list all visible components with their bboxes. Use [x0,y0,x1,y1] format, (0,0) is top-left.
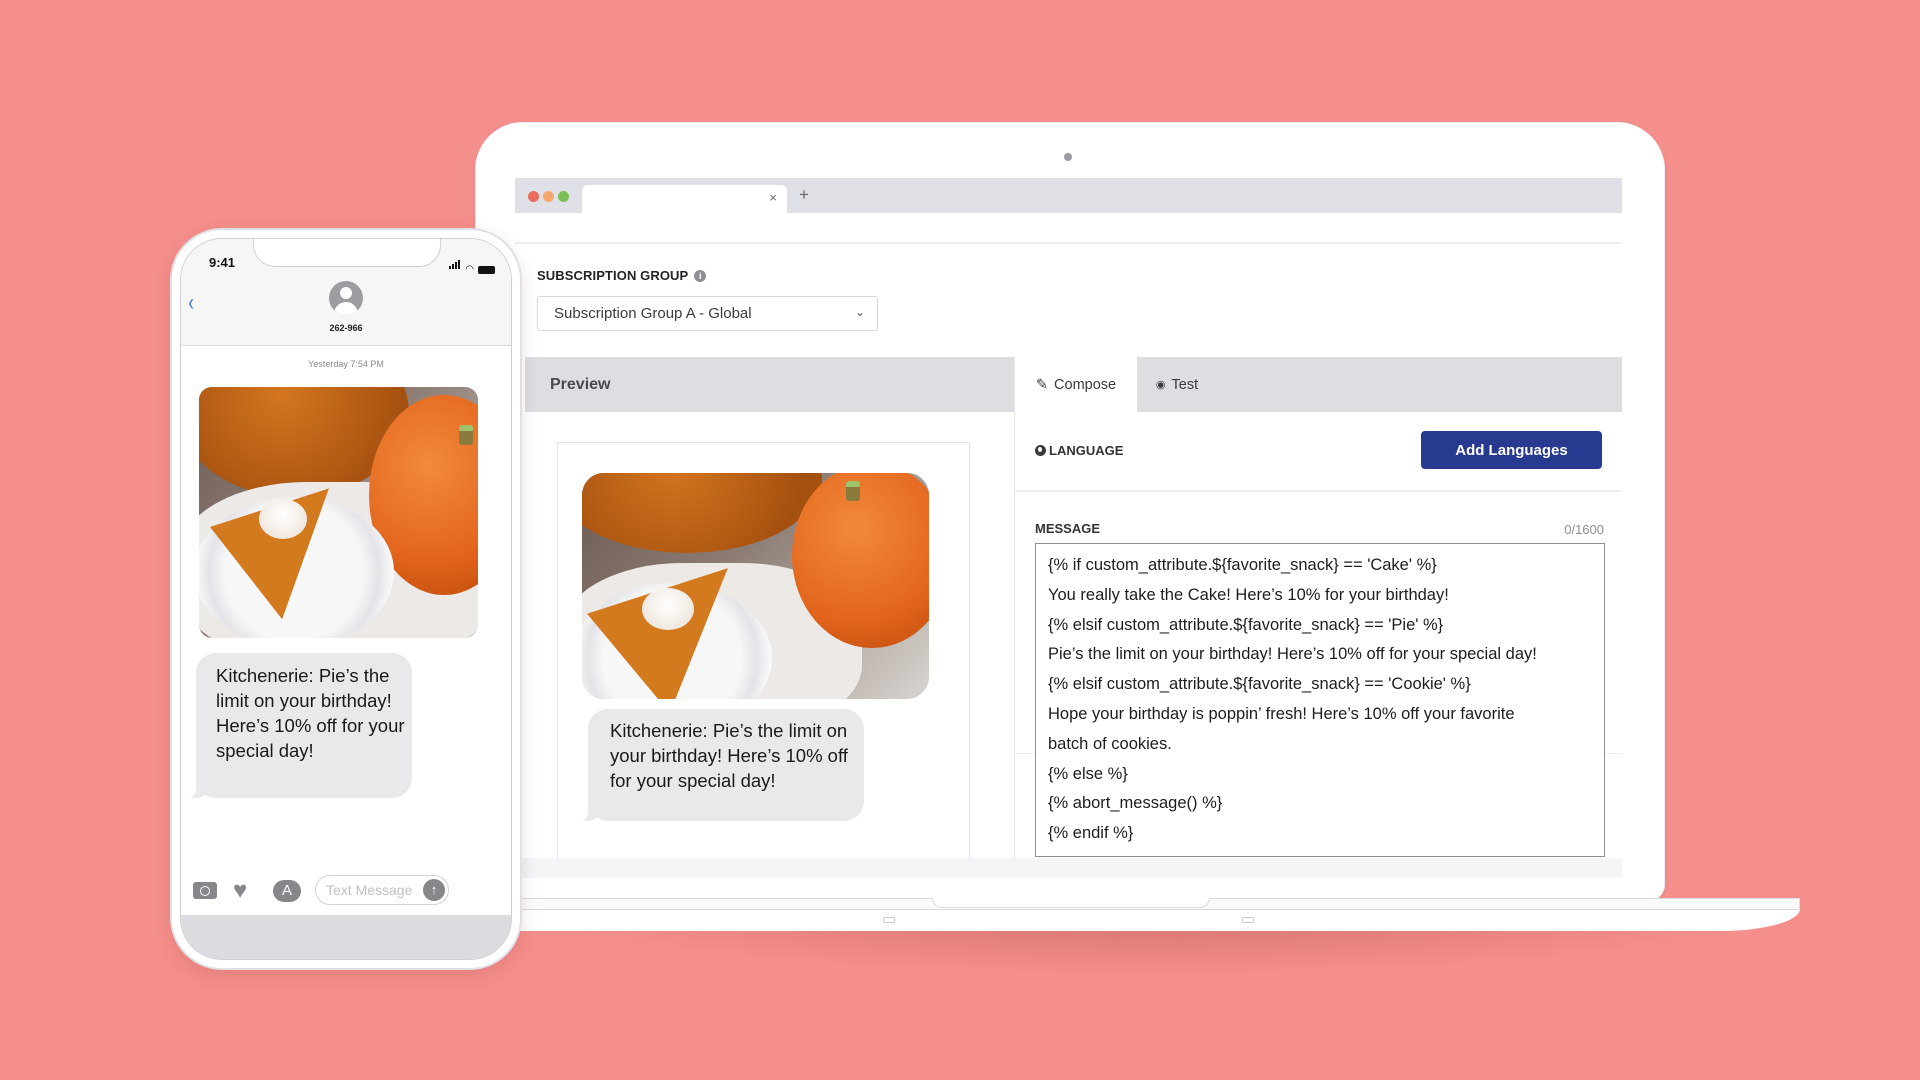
message-textarea[interactable]: {% if custom_attribute.${favorite_snack}… [1035,543,1605,857]
message-line: batch of cookies. [1048,734,1172,753]
pumpkin-pie-photo [582,473,929,699]
new-tab-icon[interactable]: + [799,185,809,205]
message-line: {% elsif custom_attribute.${favorite_sna… [1048,615,1444,634]
preview-image [582,473,929,699]
subscription-group-label: SUBSCRIPTION GROUP i [537,268,707,283]
contact-avatar[interactable] [329,281,363,315]
phone-notch [253,239,441,267]
digital-touch-icon[interactable]: ♥ [233,879,247,903]
subscription-group-value: Subscription Group A - Global [554,305,752,322]
keyboard-area [181,915,511,959]
wifi-icon: ◠ [465,264,474,275]
preview-card: Kitchenerie: Pie’s the limit on your bir… [557,442,970,858]
character-count: 0/1600 [1564,522,1604,537]
close-window-dot[interactable] [528,191,539,202]
app-store-icon[interactable]: A [273,880,301,902]
laptop-camera [1064,153,1072,161]
tab-compose-label: Compose [1054,376,1117,393]
phone-screen: 9:41 ◠ ‹ 262-966 Yesterday 7:54 PM Kitch… [180,238,512,960]
message-timestamp: Yesterday 7:54 PM [308,359,384,369]
preview-title: Preview [550,376,611,393]
battery-icon [478,266,495,274]
browser-tab-bar: × + [515,178,1622,213]
subscription-group-select[interactable]: Subscription Group A - Global ⌄ [537,296,878,331]
sms-bubble: Kitchenerie: Pie’s the limit on your bir… [184,653,412,799]
maximize-window-dot[interactable] [558,191,569,202]
mms-image[interactable] [199,387,478,638]
eye-icon: ◉ [1155,379,1166,391]
minimize-window-dot[interactable] [543,191,554,202]
tab-test[interactable]: ◉ Test [1137,357,1217,412]
message-line: {% abort_message() %} [1048,794,1223,813]
preview-message-text: Kitchenerie: Pie’s the limit on your bir… [610,720,848,791]
chevron-down-icon: ⌄ [854,305,865,319]
message-line: {% if custom_attribute.${favorite_snack}… [1048,556,1437,574]
browser-toolbar [515,213,1622,244]
language-label-text: LANGUAGE [1049,443,1124,458]
tab-test-label: Test [1171,376,1199,393]
status-time: 9:41 [209,255,236,270]
laptop-foot [1242,917,1254,923]
preview-message-bubble: Kitchenerie: Pie’s the limit on your bir… [576,709,864,822]
info-icon[interactable]: i [694,269,707,282]
text-message-placeholder: Text Message [326,882,413,898]
globe-icon [1035,445,1046,456]
subscription-group-label-text: SUBSCRIPTION GROUP [537,268,689,283]
message-line: Pie’s the limit on your birthday! Here’s… [1048,645,1537,664]
message-line: {% elsif custom_attribute.${favorite_sna… [1048,675,1471,694]
camera-icon[interactable] [193,882,217,899]
laptop-notch [932,898,1210,908]
browser-window: × + SUBSCRIPTION GROUP i Subscription Gr… [515,178,1622,858]
pumpkin-pie-photo [199,387,478,638]
message-line: Hope your birthday is poppin’ fresh! Her… [1048,704,1515,723]
laptop-foot [883,917,895,923]
tab-compose[interactable]: ✎ Compose [1015,357,1137,412]
back-icon[interactable]: ‹ [188,289,194,317]
messages-header: 9:41 ◠ ‹ 262-966 [181,239,511,346]
send-icon[interactable]: ↑ [423,879,445,901]
message-input-row: ♥ A Text Message ↑ [181,871,511,915]
compose-panel: ✎ Compose ◉ Test LANGUAGE Add Languages … [1014,357,1622,858]
browser-tab[interactable]: × [582,185,787,213]
language-row: LANGUAGE Add Languages [1015,412,1622,492]
language-label: LANGUAGE [1035,443,1123,458]
screen-bottom-bezel [515,858,1622,878]
sms-text: Kitchenerie: Pie’s the limit on your bir… [216,665,405,761]
pencil-icon: ✎ [1035,376,1049,393]
message-line: {% else %} [1048,764,1128,783]
laptop-base [515,909,1800,931]
message-line: You really take the Cake! Here’s 10% for… [1048,585,1449,604]
status-icons: ◠ [449,256,495,275]
text-message-input[interactable]: Text Message ↑ [315,875,449,905]
phone: 9:41 ◠ ‹ 262-966 Yesterday 7:54 PM Kitch… [172,230,520,968]
message-line: {% endif %} [1048,824,1134,843]
signal-icon [449,256,461,274]
add-languages-button[interactable]: Add Languages [1421,431,1602,469]
message-label: MESSAGE [1035,521,1101,536]
contact-name[interactable]: 262-966 [181,323,511,333]
tab-close-icon[interactable]: × [769,190,777,205]
